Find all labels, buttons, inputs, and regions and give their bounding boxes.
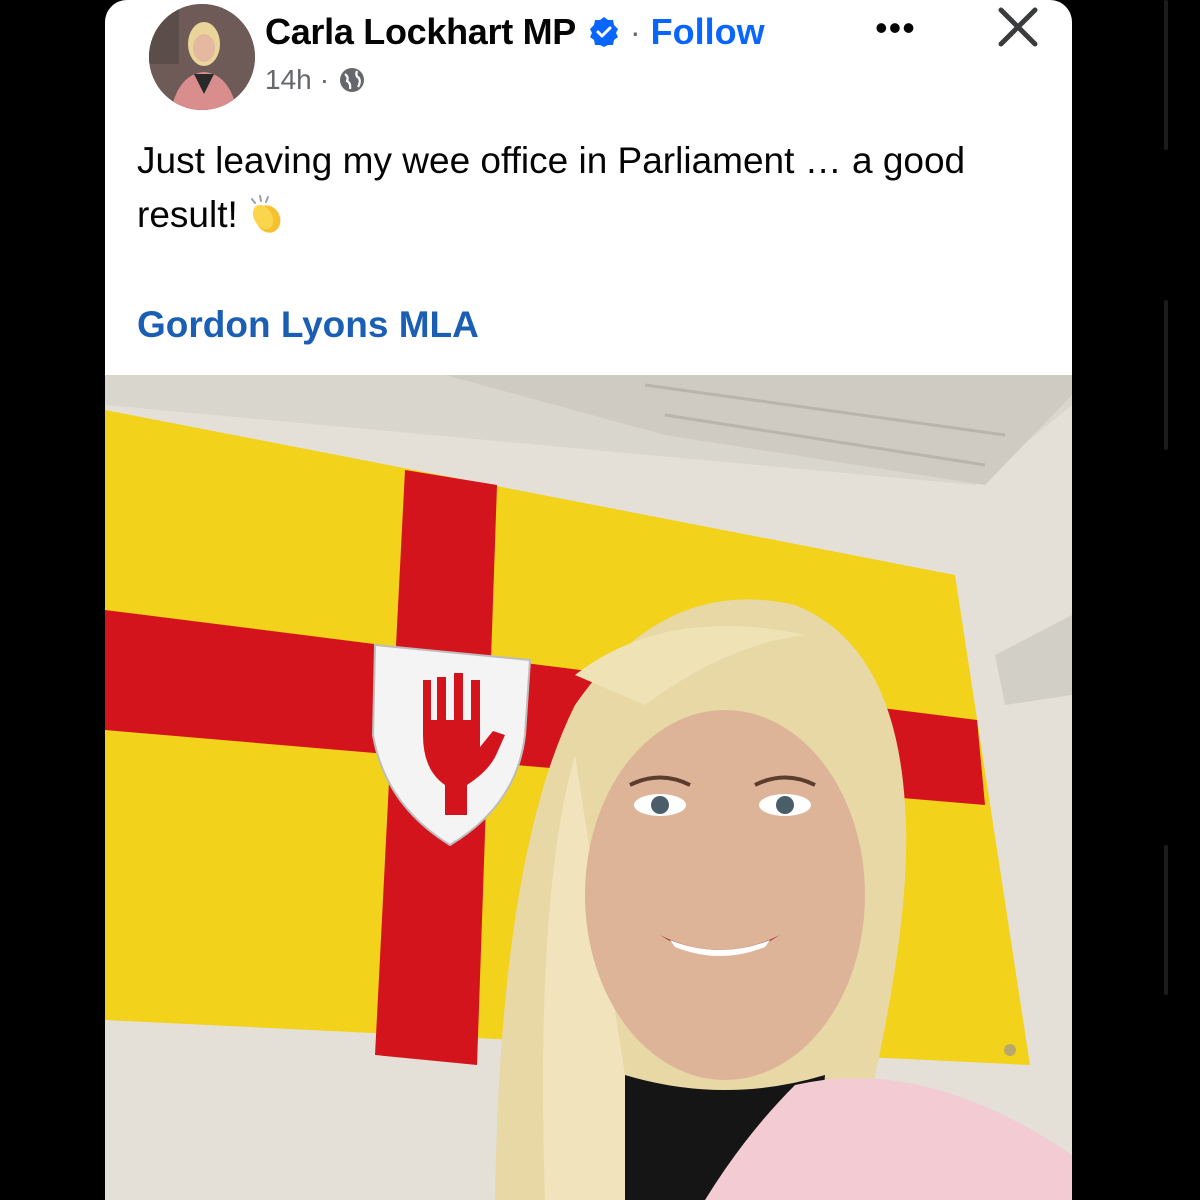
close-icon[interactable]	[993, 2, 1043, 52]
post-card: Carla Lockhart MP · Follow ••• 14h · Jus…	[105, 0, 1072, 1200]
scrollbar-track-secondary[interactable]	[1164, 300, 1168, 450]
more-options-button[interactable]: •••	[875, 8, 916, 48]
post-timestamp[interactable]: 14h	[265, 64, 312, 96]
post-meta: 14h ·	[265, 64, 367, 96]
scrollbar-track-tertiary[interactable]	[1164, 845, 1168, 995]
author-name[interactable]: Carla Lockhart MP	[265, 11, 576, 53]
name-separator: ·	[630, 13, 641, 50]
author-avatar[interactable]	[149, 4, 255, 110]
verified-badge-icon	[590, 17, 618, 47]
globe-icon	[340, 68, 365, 92]
post-photo[interactable]	[105, 375, 1072, 1200]
tagged-person-link[interactable]: Gordon Lyons MLA	[137, 304, 479, 346]
scrollbar-track[interactable]	[1164, 0, 1168, 150]
meta-separator: ·	[319, 64, 330, 95]
post-text: Just leaving my wee office in Parliament…	[137, 134, 1037, 242]
clapping-hands-icon	[250, 195, 281, 233]
author-row: Carla Lockhart MP · Follow	[265, 8, 765, 56]
follow-button[interactable]: Follow	[651, 11, 765, 53]
